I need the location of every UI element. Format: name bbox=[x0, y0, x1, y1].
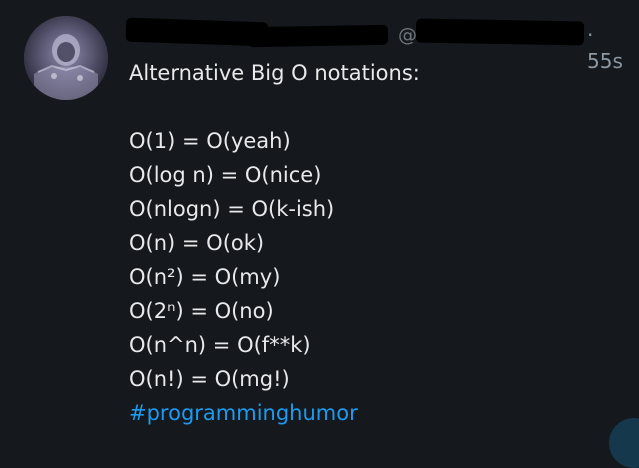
handle-redaction bbox=[415, 18, 585, 46]
tweet-line: O(n^n) = O(f**k) bbox=[129, 333, 311, 357]
tweet-line: O(1) = O(yeah) bbox=[129, 129, 291, 153]
tweet-text: Alternative Big O notations: O(1) = O(ye… bbox=[129, 56, 629, 430]
tweet-line: O(nlogn) = O(k-ish) bbox=[129, 197, 335, 221]
tweet-line: O(log n) = O(nice) bbox=[129, 163, 322, 187]
handle-at-sign[interactable]: @ bbox=[398, 22, 417, 48]
avatar-image bbox=[24, 16, 108, 100]
tweet-line: O(2ⁿ) = O(no) bbox=[129, 299, 274, 323]
tweet-header: @ · 55s bbox=[125, 17, 628, 73]
hashtag-link[interactable]: #programminghumor bbox=[129, 396, 629, 430]
tweet-line: O(n²) = O(my) bbox=[129, 265, 281, 289]
display-name-redaction-tail bbox=[247, 24, 389, 48]
tweet-line: O(n) = O(ok) bbox=[129, 231, 265, 255]
avatar[interactable] bbox=[24, 16, 108, 100]
tweet-line: O(n!) = O(mg!) bbox=[129, 367, 290, 391]
tweet-line-title: Alternative Big O notations: bbox=[129, 61, 420, 85]
tweet[interactable]: @ · 55s Alternative Big O notations: O(1… bbox=[0, 0, 639, 468]
